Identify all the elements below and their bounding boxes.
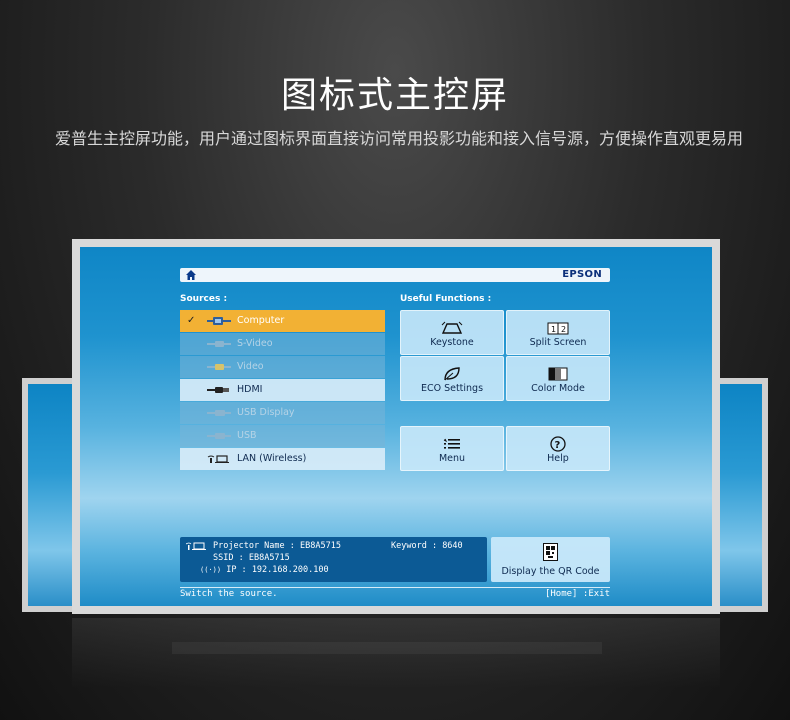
divider xyxy=(180,587,610,588)
eco-settings-button[interactable]: ECO Settings xyxy=(400,356,504,401)
qr-code-icon xyxy=(543,543,558,561)
keystone-button[interactable]: Keystone xyxy=(400,310,504,355)
exit-hint: [Home] :Exit xyxy=(544,589,610,599)
keyword-value: 8640 xyxy=(442,541,463,551)
home-icon[interactable] xyxy=(185,269,197,281)
projector-screen-frame: EPSON Sources : Useful Functions : ✓ Com… xyxy=(72,239,720,614)
source-item-lan-wireless[interactable]: LAN (Wireless) xyxy=(180,448,385,470)
epson-logo: EPSON xyxy=(562,269,602,280)
source-label: HDMI xyxy=(237,384,263,395)
split-screen-icon: 12 xyxy=(547,322,569,335)
ip-value: 192.168.200.100 xyxy=(251,565,329,575)
functions-heading: Useful Functions : xyxy=(400,294,492,304)
usb-icon xyxy=(207,433,231,439)
display-qr-code-button[interactable]: Display the QR Code xyxy=(491,537,610,582)
ssid-value: EB8A5715 xyxy=(248,553,290,563)
qr-button-label: Display the QR Code xyxy=(501,566,600,577)
help-icon: ? xyxy=(550,436,566,452)
svg-text:2: 2 xyxy=(561,325,566,334)
tile-label: Color Mode xyxy=(531,383,585,394)
svg-text:?: ? xyxy=(555,440,561,451)
projector-name-label: Projector Name : xyxy=(213,541,295,551)
lan-wireless-icon xyxy=(207,455,229,463)
keystone-icon xyxy=(441,321,463,334)
source-item-computer[interactable]: ✓ Computer xyxy=(180,310,385,332)
source-label: USB Display xyxy=(237,407,295,418)
computer-input-icon xyxy=(207,317,231,325)
page-title: 图标式主控屏 xyxy=(280,75,509,116)
tile-label: Menu xyxy=(438,453,466,464)
svideo-input-icon xyxy=(207,341,231,347)
source-label: Computer xyxy=(237,315,285,326)
source-item-svideo[interactable]: S-Video xyxy=(180,333,385,355)
tile-label: ECO Settings xyxy=(420,383,484,394)
projector-home-screen: EPSON Sources : Useful Functions : ✓ Com… xyxy=(80,247,712,606)
help-button[interactable]: ? Help xyxy=(506,426,610,471)
source-list: ✓ Computer S-Video Video HDMI USB Displa… xyxy=(180,310,385,471)
wifi-icon: ((·)) xyxy=(200,566,222,574)
hdmi-input-icon xyxy=(207,387,229,393)
menu-list-icon xyxy=(443,438,460,449)
keyword-label: Keyword : xyxy=(391,541,438,551)
side-panel-right xyxy=(712,378,768,612)
color-mode-button[interactable]: Color Mode xyxy=(506,356,610,401)
tile-label: Help xyxy=(547,453,569,464)
color-mode-icon xyxy=(548,367,568,381)
video-input-icon xyxy=(207,364,231,370)
network-icon xyxy=(186,542,206,550)
menu-button[interactable]: Menu xyxy=(400,426,504,471)
source-label: USB xyxy=(237,430,257,441)
source-item-hdmi[interactable]: HDMI xyxy=(180,379,385,401)
source-item-usb[interactable]: USB xyxy=(180,425,385,447)
eco-leaf-icon xyxy=(444,367,460,381)
network-info-panel: Projector Name : EB8A5715 Keyword : 8640… xyxy=(180,537,487,582)
svg-text:1: 1 xyxy=(551,325,556,334)
usb-display-icon xyxy=(207,410,231,416)
status-hint: Switch the source. xyxy=(180,589,278,599)
split-screen-button[interactable]: 12 Split Screen xyxy=(506,310,610,355)
ip-label: IP : xyxy=(226,565,247,575)
source-label: Video xyxy=(237,361,264,372)
ssid-label: SSID : xyxy=(213,553,244,563)
source-label: S-Video xyxy=(237,338,273,349)
tile-label: Keystone xyxy=(430,337,474,348)
home-bar: EPSON xyxy=(180,268,610,282)
projector-name-value: EB8A5715 xyxy=(300,541,341,551)
screen-reflection xyxy=(72,618,720,718)
source-item-usb-display[interactable]: USB Display xyxy=(180,402,385,424)
source-label: LAN (Wireless) xyxy=(237,453,307,464)
page-description: 爱普生主控屏功能，用户通过图标界面直接访问常用投影功能和接入信号源，方便操作直观… xyxy=(55,129,744,148)
sources-heading: Sources : xyxy=(180,294,228,304)
source-item-video[interactable]: Video xyxy=(180,356,385,378)
checkmark-icon: ✓ xyxy=(187,315,196,326)
tile-label: Split Screen xyxy=(529,337,587,348)
